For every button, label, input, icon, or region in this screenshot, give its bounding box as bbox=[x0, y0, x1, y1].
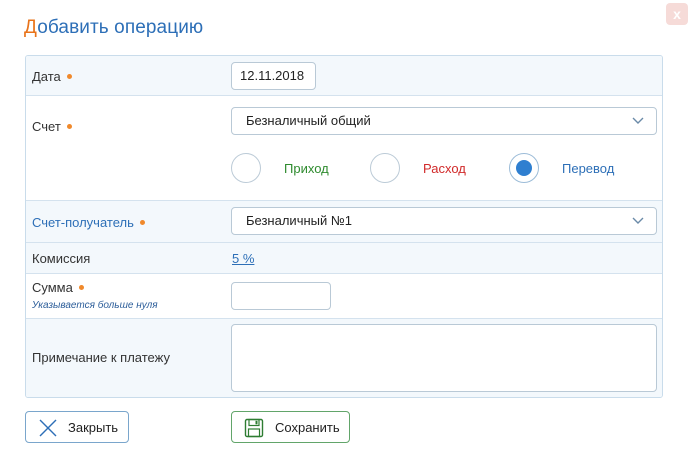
amount-row: Сумма Указывается больше нуля bbox=[26, 274, 662, 319]
save-button[interactable]: Сохранить bbox=[231, 411, 350, 443]
commission-link[interactable]: 5 % bbox=[232, 251, 254, 266]
commission-label: Комиссия bbox=[32, 251, 91, 266]
account-select[interactable]: Безналичный общий bbox=[231, 107, 657, 135]
dialog-title: Добавить операцию bbox=[24, 17, 203, 39]
amount-label: Сумма bbox=[32, 280, 84, 295]
amount-input[interactable] bbox=[231, 282, 331, 310]
date-input[interactable]: 12.11.2018 bbox=[231, 62, 316, 90]
target-account-label: Счет-получатель bbox=[32, 215, 145, 230]
note-textarea[interactable] bbox=[231, 324, 657, 392]
required-marker bbox=[78, 285, 84, 291]
radio-expense-label: Расход bbox=[423, 161, 466, 176]
account-label: Счет bbox=[32, 119, 72, 134]
radio-checked-dot bbox=[516, 160, 532, 176]
required-marker bbox=[66, 74, 72, 80]
floppy-disk-icon bbox=[244, 418, 264, 438]
required-marker bbox=[139, 220, 145, 226]
date-row: Дата 12.11.2018 bbox=[26, 56, 662, 96]
note-row: Примечание к платежу bbox=[26, 319, 662, 397]
close-button[interactable]: Закрыть bbox=[25, 411, 129, 443]
date-label: Дата bbox=[32, 69, 72, 84]
target-account-select[interactable]: Безналичный №1 bbox=[231, 207, 657, 235]
operation-form: Дата 12.11.2018 Счет Безналичный общий П… bbox=[25, 55, 663, 398]
radio-income-label: Приход bbox=[284, 161, 329, 176]
note-label: Примечание к платежу bbox=[32, 350, 170, 365]
target-account-select-value: Безналичный №1 bbox=[246, 213, 353, 228]
radio-transfer-label: Перевод bbox=[562, 161, 615, 176]
dialog-title-rest: обавить операцию bbox=[37, 17, 204, 38]
target-account-row: Счет-получатель Безналичный №1 bbox=[26, 201, 662, 243]
dialog-close-icon[interactable]: x bbox=[666, 3, 688, 25]
amount-hint: Указывается больше нуля bbox=[32, 300, 158, 311]
commission-row: Комиссия 5 % bbox=[26, 243, 662, 274]
save-button-label: Сохранить bbox=[275, 420, 340, 435]
radio-income[interactable] bbox=[231, 153, 261, 183]
close-button-label: Закрыть bbox=[68, 420, 119, 435]
radio-transfer[interactable] bbox=[509, 153, 539, 183]
account-select-value: Безналичный общий bbox=[246, 113, 371, 128]
chevron-down-icon bbox=[632, 217, 644, 224]
radio-expense[interactable] bbox=[370, 153, 400, 183]
account-row: Счет Безналичный общий Приход Расход Пер… bbox=[26, 96, 662, 201]
chevron-down-icon bbox=[632, 117, 644, 124]
close-x-icon bbox=[39, 419, 57, 437]
required-marker bbox=[66, 124, 72, 130]
dialog-title-first-letter: Д bbox=[24, 17, 38, 38]
